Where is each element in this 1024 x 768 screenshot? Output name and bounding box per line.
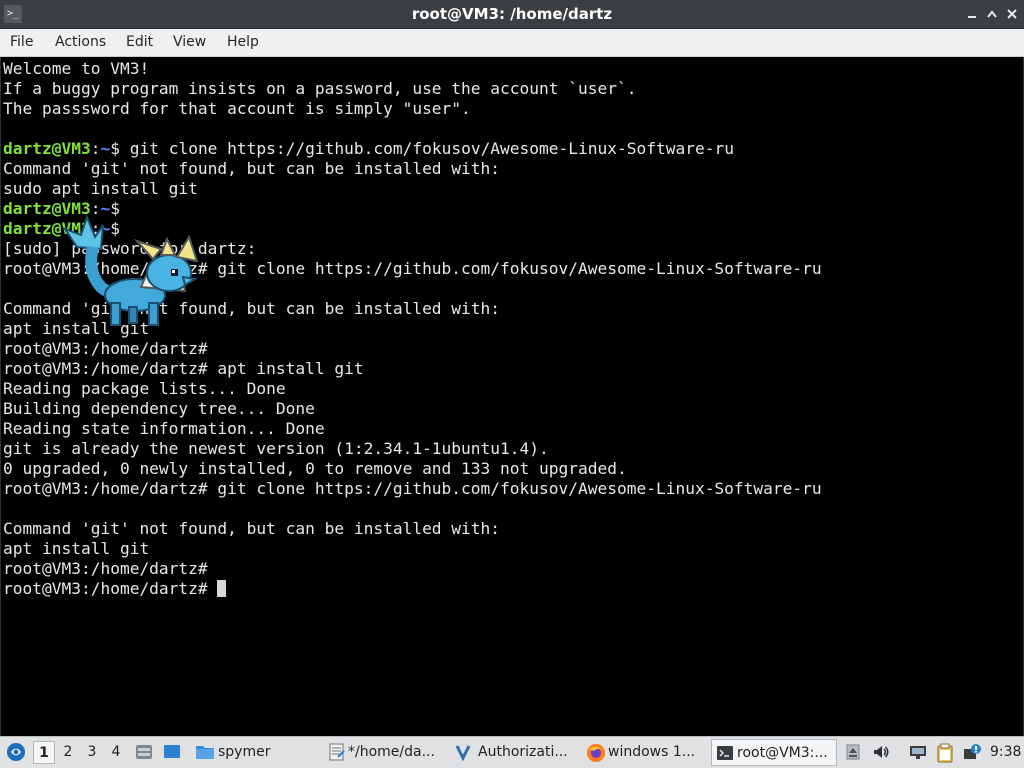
menu-bar: File Actions Edit View Help (0, 29, 1024, 57)
menu-actions[interactable]: Actions (55, 29, 106, 56)
terminal-area[interactable]: Welcome to VM3! If a buggy program insist… (0, 57, 1024, 736)
terminal-line: root@VM3:/home/dartz# apt install git (3, 359, 822, 379)
close-icon[interactable] (1004, 6, 1020, 22)
terminal-line: dartz@VM3:~$ git clone https://github.co… (3, 139, 822, 159)
task-label: Authorizati... (478, 744, 568, 760)
menu-file[interactable]: File (10, 29, 33, 56)
text-editor-icon (328, 743, 346, 761)
update-notifier-icon[interactable] (962, 743, 981, 761)
start-menu-icon[interactable] (6, 742, 26, 762)
terminal-line-text: root@VM3:/home/dartz# (3, 339, 208, 358)
task-label: windows 1... (608, 744, 696, 760)
task-spymer[interactable]: spymer (193, 739, 313, 766)
taskbar: 1 2 3 4 spymer */home/da... Authorizati.… (0, 736, 1024, 768)
terminal-line: Command 'git' not found, but can be inst… (3, 519, 822, 539)
terminal-line: The passsword for that account is simply… (3, 99, 822, 119)
prompt-separator: : (90, 139, 101, 158)
terminal-line-text: If a buggy program insists on a password… (3, 79, 637, 98)
terminal-cursor (217, 580, 227, 597)
minimize-icon[interactable] (964, 6, 980, 22)
task-label: root@VM3:... (737, 745, 828, 761)
task-text-editor[interactable]: */home/da... (326, 739, 444, 766)
terminal-line-text: Command 'git' not found, but can be inst… (3, 519, 501, 538)
task-terminal[interactable]: root@VM3:... (711, 739, 837, 766)
terminal-line-text: root@VM3:/home/dartz# (3, 559, 208, 578)
terminal-line-text: Command 'git' not found, but can be inst… (3, 159, 501, 178)
workspace-3[interactable]: 3 (81, 741, 103, 764)
terminal-line: root@VM3:/home/dartz# (3, 579, 822, 599)
terminal-output: Welcome to VM3! If a buggy program insist… (3, 59, 822, 599)
terminal-line-text: root@VM3:/home/dartz# (3, 579, 218, 598)
vaporeon-desktop-pet-icon[interactable] (57, 177, 213, 327)
window-title: root@VM3: /home/dartz (411, 5, 613, 23)
prompt-symbol: $ (110, 139, 130, 158)
clipboard-icon[interactable] (936, 743, 954, 763)
eject-icon[interactable] (845, 743, 863, 761)
menu-edit[interactable]: Edit (126, 29, 153, 56)
terminal-line: Reading package lists... Done (3, 379, 822, 399)
show-desktop-icon[interactable] (163, 743, 181, 761)
task-firefox[interactable]: windows 1... (584, 739, 702, 766)
network-icon[interactable] (908, 743, 926, 761)
authorization-icon (454, 743, 472, 762)
menu-view[interactable]: View (173, 29, 206, 56)
menu-help[interactable]: Help (227, 29, 259, 56)
file-manager-icon[interactable] (135, 743, 153, 761)
terminal-line-text: git is already the newest version (1:2.3… (3, 439, 549, 458)
terminal-icon (716, 744, 734, 762)
firefox-icon (586, 743, 605, 762)
window-titlebar[interactable]: >_ root@VM3: /home/dartz (0, 0, 1024, 29)
terminal-line-text: 0 upgraded, 0 newly installed, 0 to remo… (3, 459, 627, 478)
terminal-line-text: The passsword for that account is simply… (3, 99, 471, 118)
terminal-line-text: apt install git (3, 539, 150, 558)
terminal-line: Building dependency tree... Done (3, 399, 822, 419)
terminal-line: 0 upgraded, 0 newly installed, 0 to remo… (3, 459, 822, 479)
folder-icon (195, 743, 214, 761)
terminal-line: apt install git (3, 539, 822, 559)
terminal-line-text: root@VM3:/home/dartz# git clone https://… (3, 479, 822, 498)
prompt-path: ~ (100, 139, 111, 158)
task-authorization[interactable]: Authorizati... (452, 739, 576, 766)
terminal-line: root@VM3:/home/dartz# git clone https://… (3, 479, 822, 499)
workspace-4[interactable]: 4 (105, 741, 127, 764)
prompt-user: dartz@VM3 (3, 139, 91, 158)
terminal-line-text: Reading package lists... Done (3, 379, 286, 398)
terminal-line: Command 'git' not found, but can be inst… (3, 159, 822, 179)
task-label: spymer (218, 744, 271, 760)
terminal-line-text: Welcome to VM3! (3, 59, 150, 78)
terminal-line-text: Building dependency tree... Done (3, 399, 315, 418)
terminal-line: Reading state information... Done (3, 419, 822, 439)
terminal-line: Welcome to VM3! (3, 59, 822, 79)
clock[interactable]: 9:38 (990, 737, 1021, 768)
terminal-line-text: Reading state information... Done (3, 419, 325, 438)
terminal-line-text: root@VM3:/home/dartz# apt install git (3, 359, 364, 378)
workspace-1[interactable]: 1 (33, 741, 55, 764)
terminal-line: root@VM3:/home/dartz# (3, 339, 822, 359)
terminal-line: If a buggy program insists on a password… (3, 79, 822, 99)
workspace-2[interactable]: 2 (57, 741, 79, 764)
prompt-command: git clone https://github.com/fokusov/Awe… (129, 139, 734, 158)
volume-icon[interactable] (872, 743, 890, 761)
task-label: */home/da... (348, 744, 435, 760)
maximize-icon[interactable] (984, 6, 1000, 22)
terminal-line: git is already the newest version (1:2.3… (3, 439, 822, 459)
terminal-line: root@VM3:/home/dartz# (3, 559, 822, 579)
